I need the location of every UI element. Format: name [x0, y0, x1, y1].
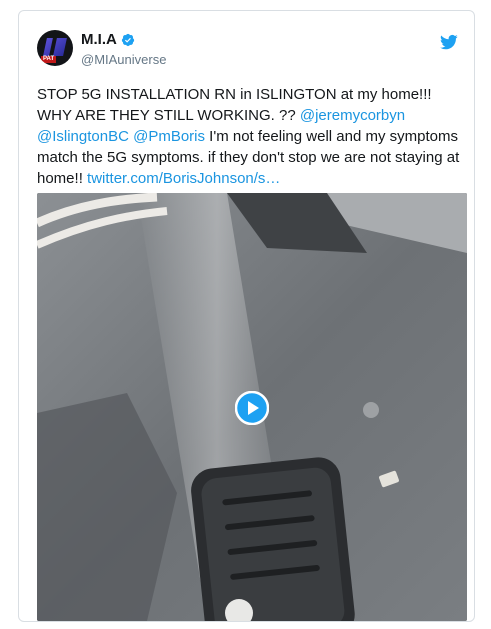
- avatar[interactable]: PAT: [37, 30, 73, 66]
- author-handle[interactable]: @MIAuniverse: [81, 52, 166, 67]
- avatar-logo: [43, 38, 67, 56]
- twitter-bird-icon[interactable]: [440, 33, 458, 51]
- tweet-link[interactable]: twitter.com/BorisJohnson/s…: [87, 170, 280, 187]
- mention-pmboris[interactable]: @PmBoris: [133, 128, 205, 145]
- verified-badge-icon: [121, 33, 134, 46]
- tweet-card: PAT M.I.A @MIAuniverse STOP 5G INSTALLAT…: [18, 10, 475, 622]
- video-thumbnail[interactable]: [37, 193, 467, 621]
- mention-jeremycorbyn[interactable]: @jeremycorbyn: [300, 107, 405, 124]
- author-name-row: M.I.A: [81, 31, 135, 48]
- tweet-text: STOP 5G INSTALLATION RN in ISLINGTON at …: [37, 84, 465, 189]
- avatar-tag: PAT: [41, 56, 57, 63]
- display-name[interactable]: M.I.A: [81, 31, 117, 48]
- play-icon[interactable]: [235, 391, 269, 425]
- mention-islingtonbc[interactable]: @IslingtonBC: [37, 128, 129, 145]
